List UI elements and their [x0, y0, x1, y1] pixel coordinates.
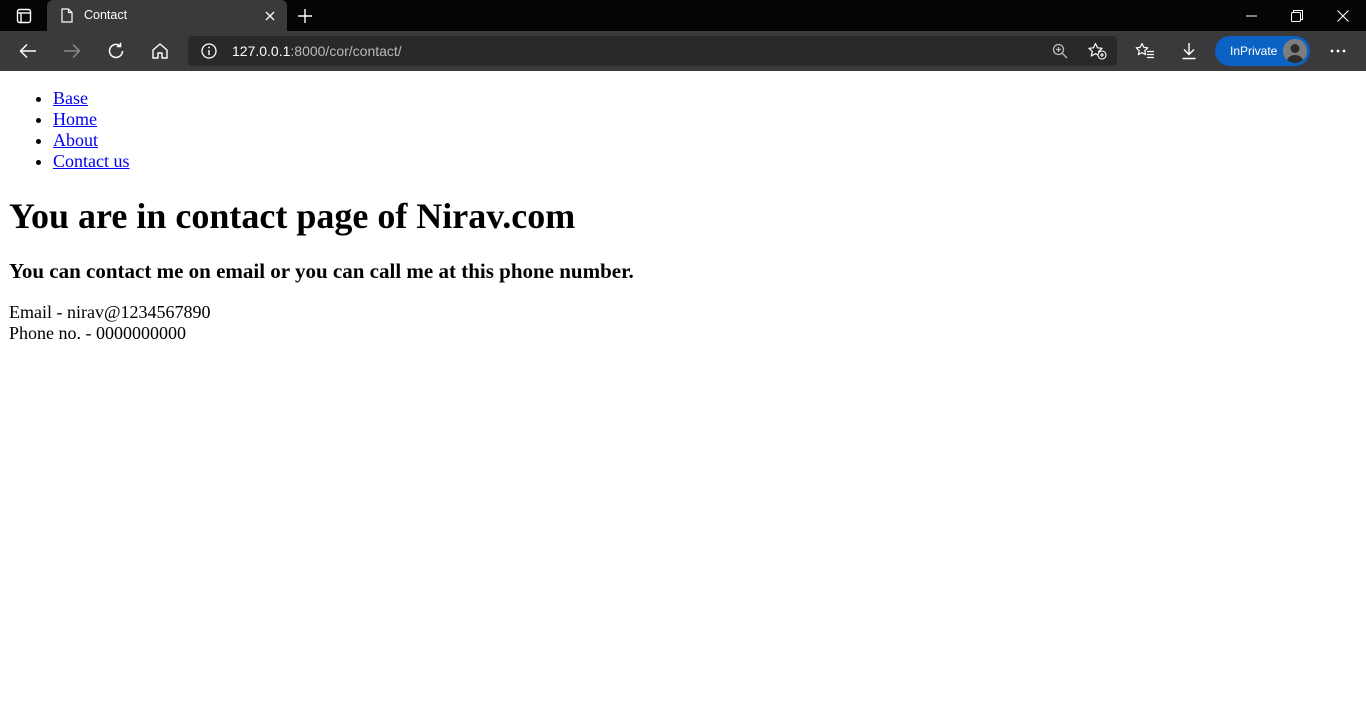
nav-link-base[interactable]: Base: [53, 88, 88, 108]
favorites-icon[interactable]: [1130, 37, 1160, 65]
close-icon[interactable]: [261, 7, 279, 25]
minimize-button[interactable]: [1228, 0, 1274, 31]
list-item: Contact us: [53, 151, 130, 172]
arrow-left-icon[interactable]: [13, 37, 43, 65]
url-host: 127.0.0.1: [232, 43, 291, 59]
tab-title: Contact: [84, 8, 128, 22]
contact-info: Email - nirav@1234567890 Phone no. - 000…: [9, 302, 211, 344]
list-item: Base: [53, 88, 130, 109]
list-item: About: [53, 130, 130, 151]
page-content: Base Home About Contact us You are in co…: [0, 71, 1366, 728]
more-icon[interactable]: [1323, 37, 1353, 65]
url-path: :8000/cor/contact/: [290, 43, 402, 59]
nav-link-home[interactable]: Home: [53, 109, 97, 129]
avatar: [1283, 39, 1307, 63]
nav-link-about[interactable]: About: [53, 130, 98, 150]
inprivate-button[interactable]: InPrivate: [1215, 36, 1310, 66]
download-icon[interactable]: [1174, 37, 1204, 65]
list-item: Home: [53, 109, 130, 130]
inprivate-label: InPrivate: [1230, 44, 1278, 58]
arrow-right-icon[interactable]: [57, 37, 87, 65]
address-bar[interactable]: 127.0.0.1:8000/cor/contact/: [188, 36, 1117, 66]
close-window-button[interactable]: [1320, 0, 1366, 31]
page-subtitle: You can contact me on email or you can c…: [9, 259, 634, 283]
nav-list: Base Home About Contact us: [53, 88, 130, 172]
home-icon[interactable]: [145, 37, 175, 65]
page-title: You are in contact page of Nirav.com: [9, 196, 576, 236]
url-text[interactable]: 127.0.0.1:8000/cor/contact/: [232, 43, 402, 59]
email-line: Email - nirav@1234567890: [9, 302, 211, 322]
tab-actions-icon[interactable]: [10, 6, 38, 26]
star-add-icon[interactable]: [1086, 41, 1108, 61]
restore-button[interactable]: [1274, 0, 1320, 31]
title-bar: Contact: [0, 0, 1366, 31]
plus-icon[interactable]: [294, 6, 316, 26]
reload-icon[interactable]: [101, 37, 131, 65]
info-icon[interactable]: [200, 42, 218, 60]
page-icon: [59, 7, 75, 24]
nav-link-contact-us[interactable]: Contact us: [53, 151, 130, 171]
browser-toolbar: 127.0.0.1:8000/cor/contact/ InPrivate: [0, 31, 1366, 71]
zoom-icon[interactable]: [1050, 42, 1070, 60]
tab-contact[interactable]: Contact: [47, 0, 287, 31]
phone-line: Phone no. - 0000000000: [9, 323, 186, 343]
